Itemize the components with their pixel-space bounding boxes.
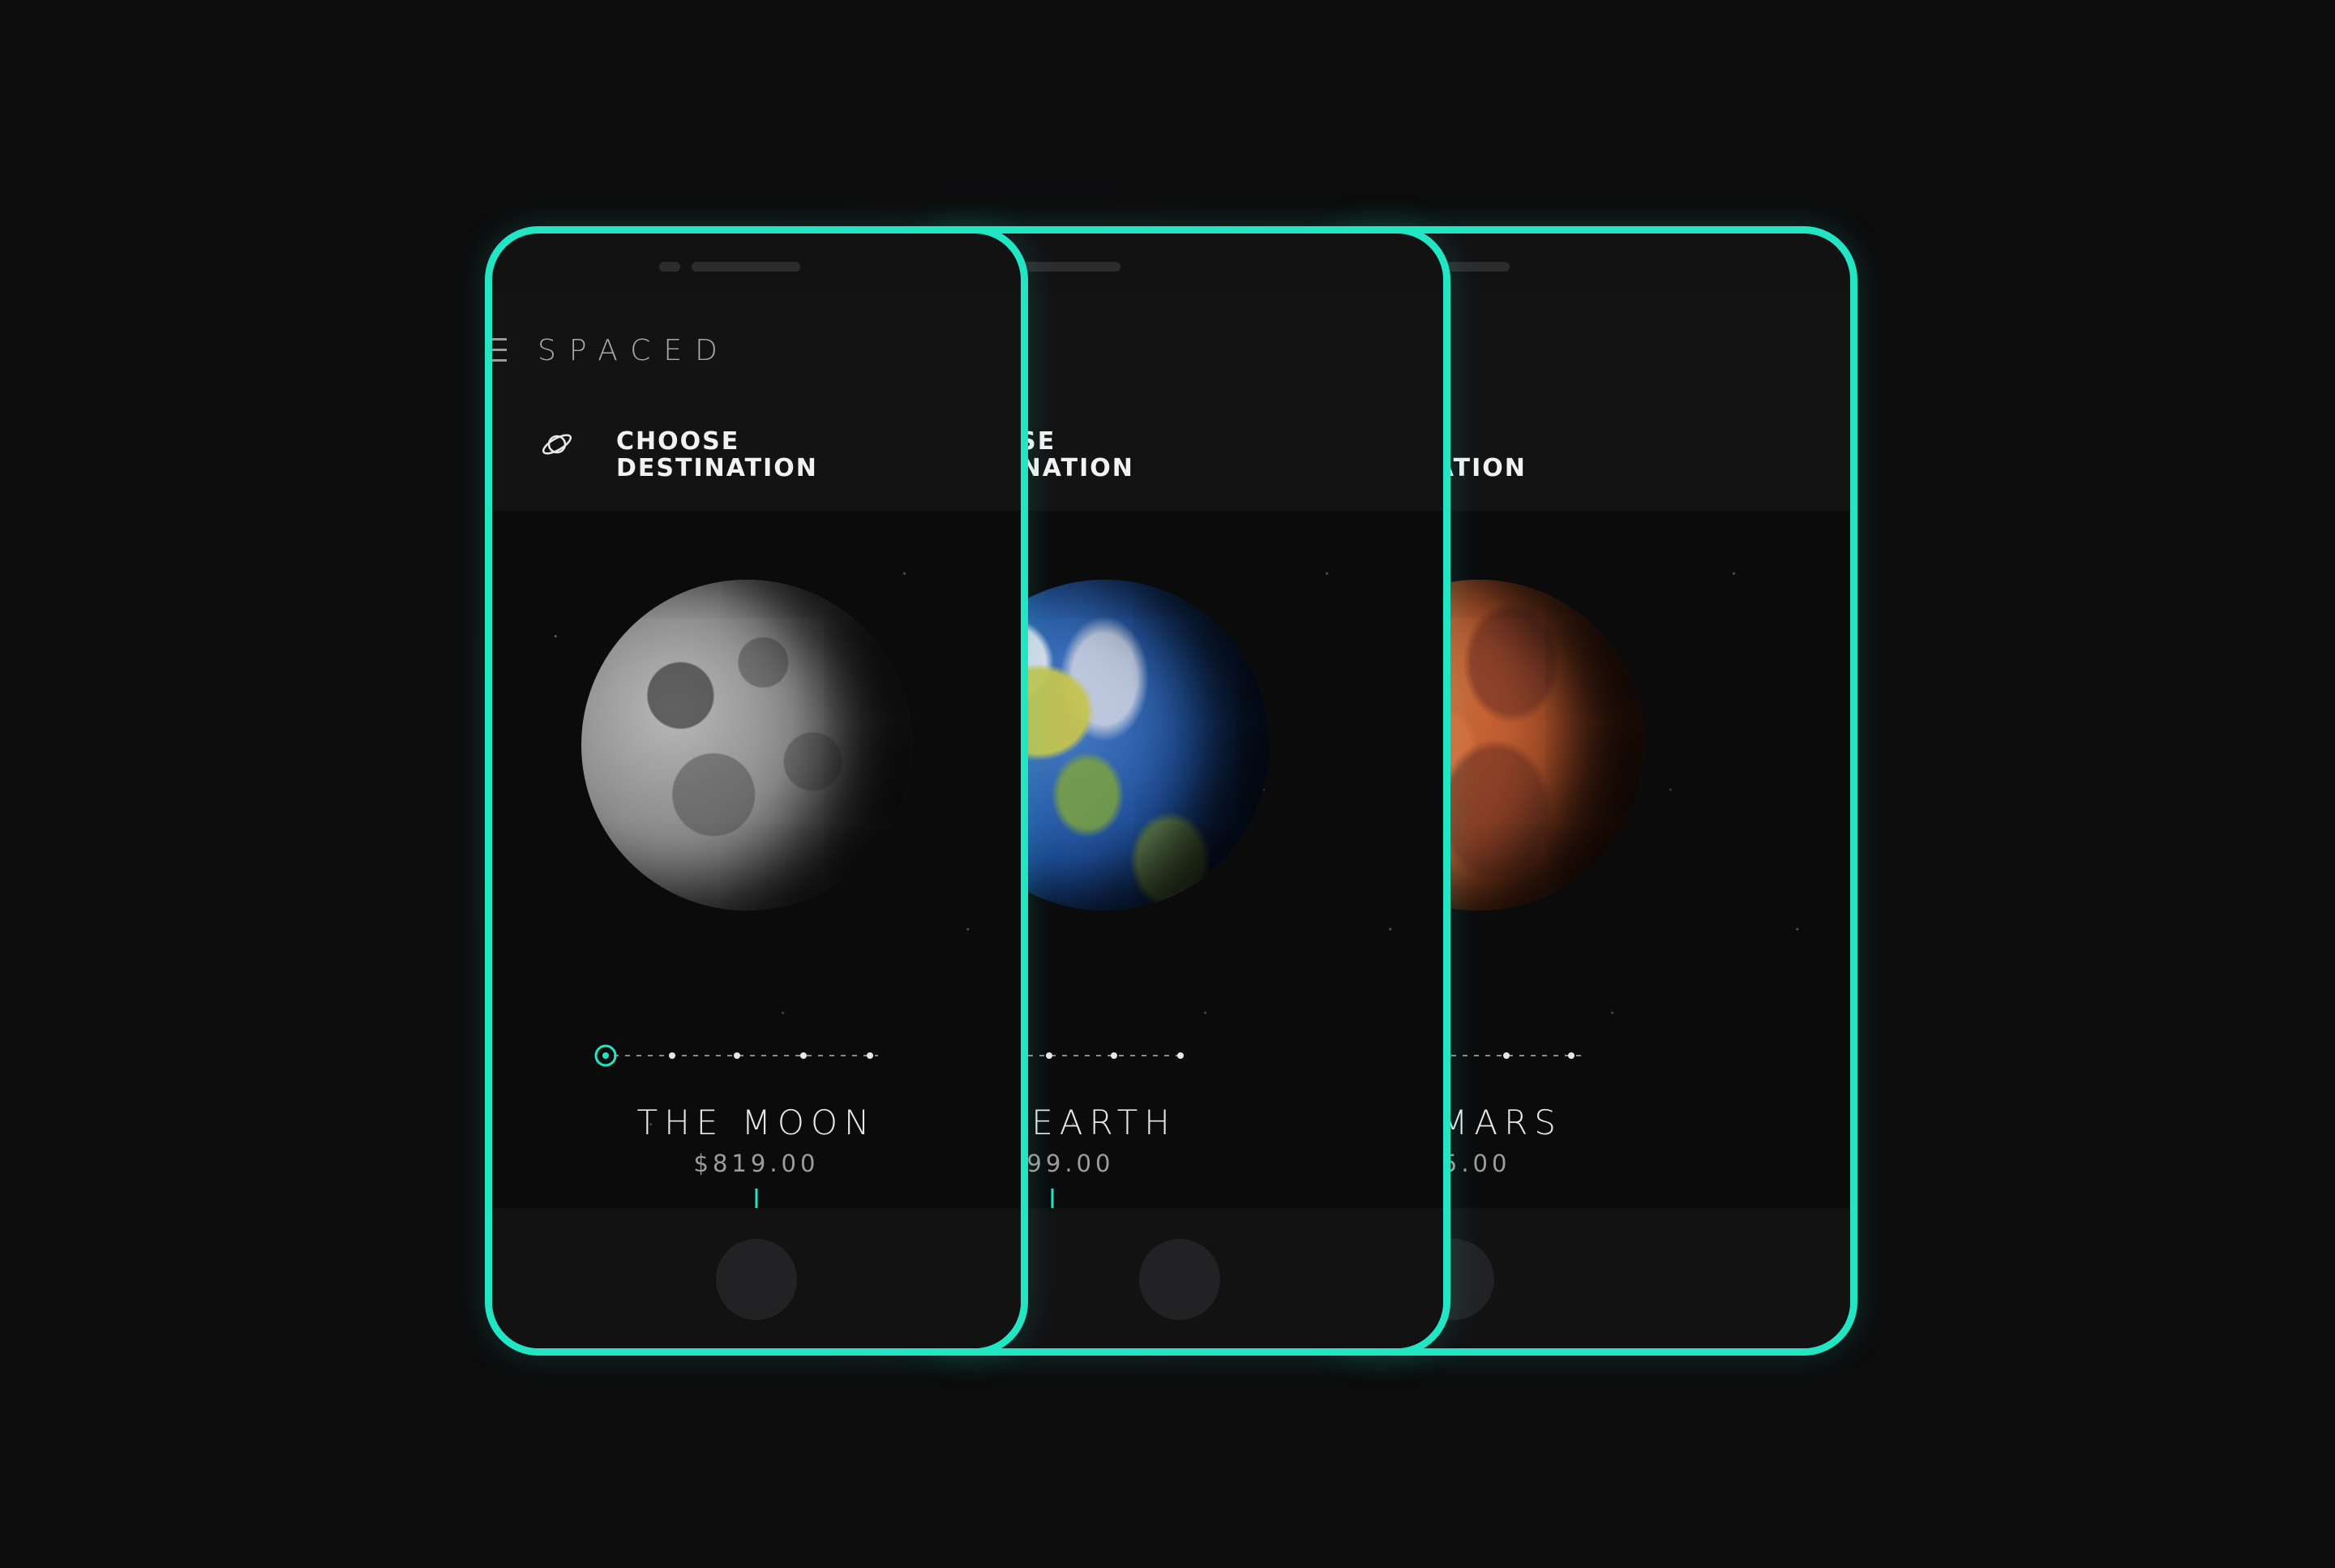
pager-dot[interactable]: [800, 1052, 807, 1059]
front-camera: [659, 262, 680, 272]
pager-dot[interactable]: [1177, 1052, 1184, 1059]
pager-track: [594, 1044, 878, 1067]
destination-name: THE MOON: [636, 1103, 876, 1142]
speaker: [1012, 262, 1120, 272]
page-title-line1: CHOOSE: [616, 427, 740, 456]
phone-moon: SPACED CHOOSE DESTINATION THE MOON $819.…: [485, 226, 1028, 1356]
pager-dot[interactable]: [1111, 1052, 1117, 1059]
planet-icon: [541, 428, 573, 461]
page-title: CHOOSE DESTINATION: [616, 428, 818, 482]
stage: SPACED CHOOSE DESTINATION THE MARS: [0, 0, 2335, 1568]
home-button[interactable]: [716, 1239, 797, 1320]
app-header: SPACED CHOOSE DESTINATION: [492, 292, 1021, 511]
menu-icon[interactable]: [492, 338, 508, 362]
speaker: [692, 262, 800, 272]
pager-dot[interactable]: [1503, 1052, 1510, 1059]
pager-dot[interactable]: [1046, 1052, 1052, 1059]
app-logo: SPACED: [538, 334, 730, 367]
screen: SPACED CHOOSE DESTINATION: [492, 292, 1021, 1236]
planet-moon-image[interactable]: [581, 580, 912, 910]
page-title-line2: DESTINATION: [616, 454, 818, 482]
pager-dot[interactable]: [669, 1052, 675, 1059]
pager-dot[interactable]: [1568, 1052, 1575, 1059]
destination-pager[interactable]: [492, 1039, 1021, 1072]
home-button[interactable]: [1139, 1239, 1220, 1320]
pager-dot[interactable]: [734, 1052, 740, 1059]
pager-dot[interactable]: [867, 1052, 873, 1059]
destination-price: $819.00: [693, 1150, 820, 1177]
